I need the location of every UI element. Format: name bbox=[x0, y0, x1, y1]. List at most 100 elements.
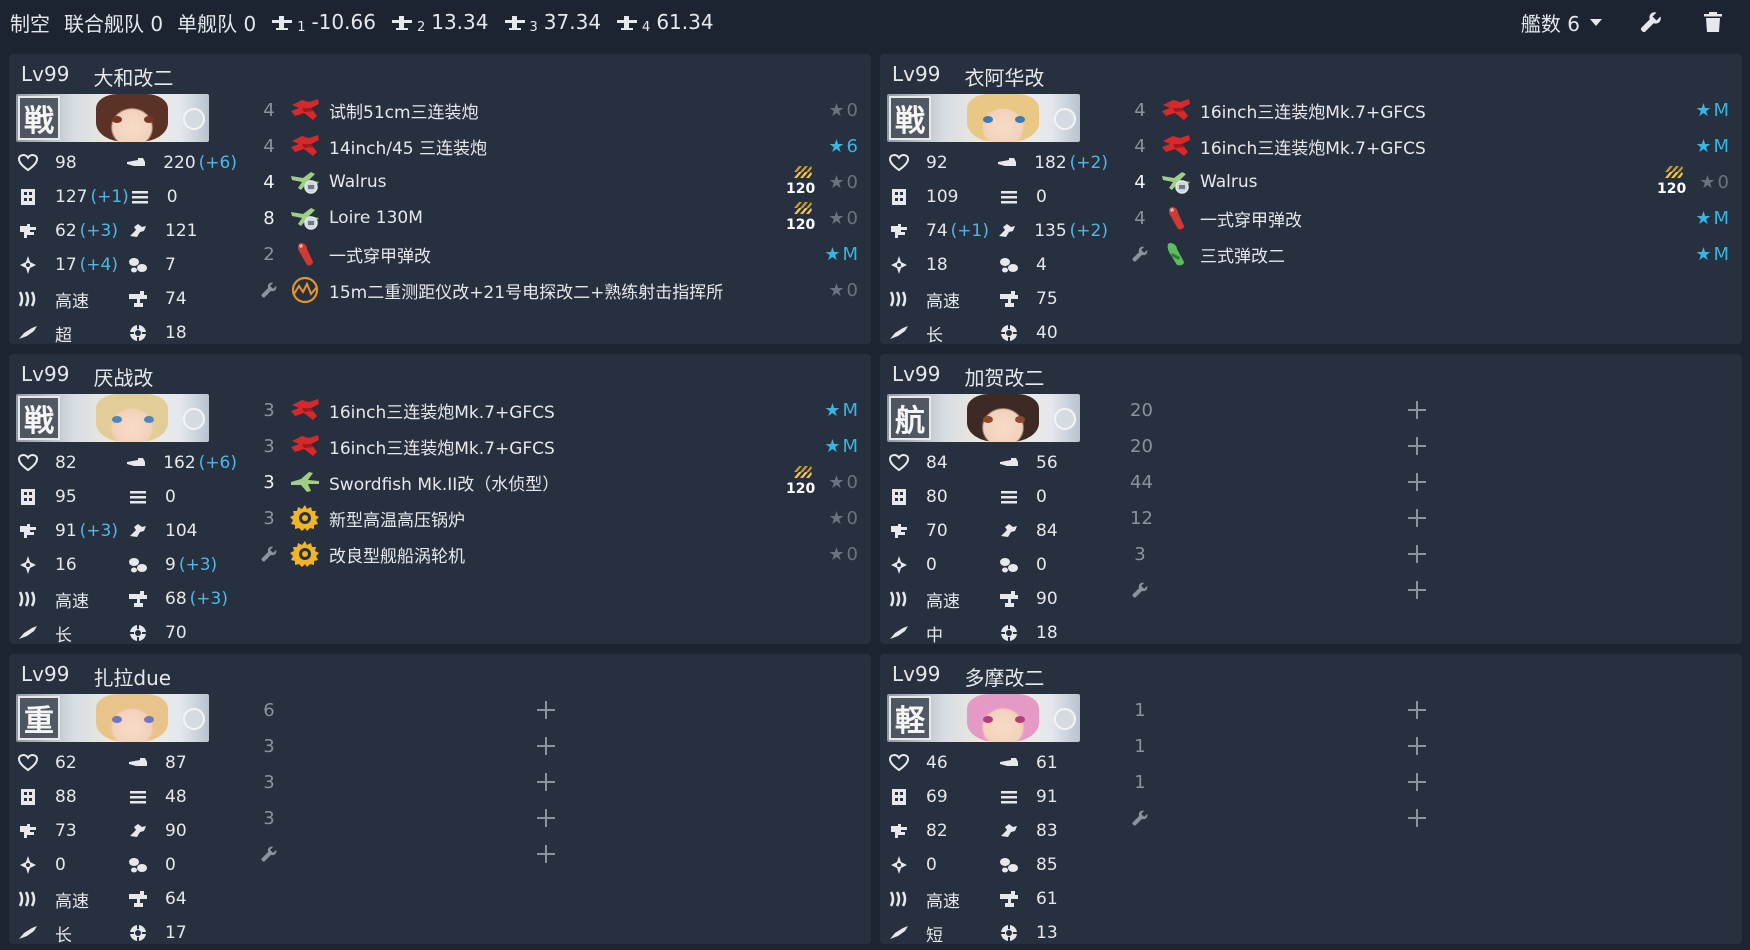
gun-red-icon bbox=[287, 131, 323, 161]
equipment-slot[interactable]: 2 一式穿甲弹改 ★ M bbox=[259, 236, 864, 272]
equipment-slot[interactable]: 4 16inch三连装炮Mk.7+GFCS ★ M bbox=[1130, 128, 1735, 164]
stat-cell: 13 bbox=[998, 923, 1108, 943]
equipment-slot[interactable]: 8 Loire 130M 120 ★ 0 bbox=[259, 200, 864, 236]
equipment-slot[interactable]: 3 16inch三连装炮Mk.7+GFCS ★ M bbox=[259, 392, 864, 428]
proficiency-value: 120 bbox=[1657, 181, 1687, 197]
equipment-slot[interactable]: 4 Walrus 120 ★ 0 bbox=[1130, 164, 1735, 200]
asw-icon bbox=[17, 555, 39, 575]
empty-equipment-slot[interactable]: 20 bbox=[1130, 392, 1735, 428]
stat-row: 长 17 bbox=[17, 916, 237, 950]
asw-icon bbox=[17, 255, 39, 275]
ship-count-dropdown[interactable]: 艦数 6 bbox=[1521, 8, 1602, 37]
add-equipment-plus-icon[interactable] bbox=[1405, 578, 1429, 602]
star-icon: ★ bbox=[828, 99, 845, 121]
add-equipment-plus-icon[interactable] bbox=[1405, 398, 1429, 422]
ship-type-badge: 航 bbox=[889, 396, 931, 440]
ship-header[interactable]: Lv99 扎拉due bbox=[21, 662, 171, 691]
add-equipment-plus-icon[interactable] bbox=[1405, 734, 1429, 758]
range-icon bbox=[17, 623, 39, 643]
add-equipment-plus-icon[interactable] bbox=[534, 770, 558, 794]
empty-equipment-slot[interactable]: 44 bbox=[1130, 464, 1735, 500]
equipment-slot[interactable]: 4 16inch三连装炮Mk.7+GFCS ★ M bbox=[1130, 92, 1735, 128]
empty-equipment-slot[interactable]: 20 bbox=[1130, 428, 1735, 464]
stat-cell: 88 bbox=[17, 787, 127, 807]
improvement-level: ★ M bbox=[1695, 244, 1729, 265]
stat-value: 90 bbox=[1036, 589, 1058, 609]
ship-banner[interactable]: 航 bbox=[887, 394, 1080, 442]
add-equipment-plus-icon[interactable] bbox=[534, 698, 558, 722]
ship-stats: 92 182 (+2) 109 0 74 (+1) 135 (+2) 18 4 高速 75 长 40 bbox=[888, 146, 1108, 350]
empty-equipment-slot[interactable] bbox=[1130, 572, 1735, 608]
add-equipment-plus-icon[interactable] bbox=[1405, 470, 1429, 494]
empty-equipment-slot[interactable] bbox=[259, 836, 864, 872]
ship-header[interactable]: Lv99 大和改二 bbox=[21, 62, 173, 91]
stat-value: 0 bbox=[166, 187, 178, 207]
ship-banner[interactable]: 戦 bbox=[16, 394, 209, 442]
ship-header[interactable]: Lv99 厌战改 bbox=[21, 362, 153, 391]
equipment-slot[interactable]: 改良型舰船涡轮机 ★ 0 bbox=[259, 536, 864, 572]
empty-equipment-slot[interactable]: 6 bbox=[259, 692, 864, 728]
add-equipment-plus-icon[interactable] bbox=[1405, 542, 1429, 566]
empty-equipment-slot[interactable]: 1 bbox=[1130, 692, 1735, 728]
firepower-icon bbox=[125, 453, 147, 473]
equipment-slot[interactable]: 4 Walrus 120 ★ 0 bbox=[259, 164, 864, 200]
add-equipment-plus-icon[interactable] bbox=[534, 842, 558, 866]
reinforcement-slot-wrench-icon bbox=[259, 281, 279, 299]
equipment-slot[interactable]: 4 试制51cm三连装炮 ★ 0 bbox=[259, 92, 864, 128]
ship-banner[interactable]: 重 bbox=[16, 694, 209, 742]
stat-cell: 48 bbox=[127, 787, 237, 807]
gun-red-icon bbox=[287, 431, 323, 461]
stat-value: 83 bbox=[1036, 821, 1058, 841]
empty-equipment-slot[interactable]: 1 bbox=[1130, 728, 1735, 764]
ship-banner[interactable]: 戦 bbox=[16, 94, 209, 142]
equipment-slot[interactable]: 4 一式穿甲弹改 ★ M bbox=[1130, 200, 1735, 236]
add-equipment-plus-icon[interactable] bbox=[1405, 698, 1429, 722]
empty-equipment-slot[interactable]: 12 bbox=[1130, 500, 1735, 536]
empty-equipment-slot[interactable]: 3 bbox=[259, 728, 864, 764]
slot-size: 4 bbox=[1134, 99, 1146, 121]
stat-value: 70 bbox=[165, 623, 187, 643]
fight-value: -10.66 bbox=[311, 10, 376, 34]
ship-header[interactable]: Lv99 多摩改二 bbox=[892, 662, 1044, 691]
stat-value: 82 bbox=[926, 821, 948, 841]
star-icon: ★ bbox=[828, 471, 845, 493]
marriage-medal-icon bbox=[183, 108, 205, 130]
slot-size: 4 bbox=[1134, 171, 1146, 193]
stat-value: 高速 bbox=[55, 591, 89, 612]
add-equipment-plus-icon[interactable] bbox=[1405, 770, 1429, 794]
equipment-slot[interactable]: 3 Swordfish Mk.II改（水侦型） 120 ★ 0 bbox=[259, 464, 864, 500]
empty-equipment-slot[interactable]: 1 bbox=[1130, 764, 1735, 800]
stat-cell: 70 bbox=[888, 521, 998, 541]
speed-icon bbox=[17, 589, 39, 609]
stat-row: 127 (+1) 0 bbox=[17, 180, 237, 214]
equipment-slot[interactable]: 三式弹改二 ★ M bbox=[1130, 236, 1735, 272]
equipment-slot[interactable]: 4 14inch/45 三连装炮 ★ 6 bbox=[259, 128, 864, 164]
stat-cell: 0 bbox=[998, 187, 1108, 207]
stat-cell: 18 bbox=[888, 255, 998, 275]
ship-banner[interactable]: 軽 bbox=[887, 694, 1080, 742]
stat-value: 182 bbox=[1034, 153, 1067, 173]
equipment-list: 6 3 3 3 bbox=[259, 692, 864, 872]
wrench-icon[interactable] bbox=[1638, 9, 1664, 35]
ship-banner[interactable]: 戦 bbox=[887, 94, 1080, 142]
empty-equipment-slot[interactable] bbox=[1130, 800, 1735, 836]
trash-icon[interactable] bbox=[1700, 9, 1726, 35]
star-icon: ★ bbox=[828, 135, 845, 157]
equipment-slot[interactable]: 15m二重测距仪改+21号电探改二+熟练射击指挥所 ★ 0 bbox=[259, 272, 864, 308]
range-icon bbox=[888, 623, 910, 643]
stat-value: 16 bbox=[55, 555, 77, 575]
equipment-slot[interactable]: 3 新型高温高压锅炉 ★ 0 bbox=[259, 500, 864, 536]
add-equipment-plus-icon[interactable] bbox=[534, 734, 558, 758]
add-equipment-plus-icon[interactable] bbox=[1405, 506, 1429, 530]
proficiency-value: 120 bbox=[786, 481, 816, 497]
empty-equipment-slot[interactable]: 3 bbox=[259, 764, 864, 800]
empty-equipment-slot[interactable]: 3 bbox=[259, 800, 864, 836]
add-equipment-plus-icon[interactable] bbox=[534, 806, 558, 830]
equipment-slot[interactable]: 3 16inch三连装炮Mk.7+GFCS ★ M bbox=[259, 428, 864, 464]
add-equipment-plus-icon[interactable] bbox=[1405, 806, 1429, 830]
ship-header[interactable]: Lv99 加贺改二 bbox=[892, 362, 1044, 391]
improvement-value: 0 bbox=[1717, 171, 1729, 193]
ship-header[interactable]: Lv99 衣阿华改 bbox=[892, 62, 1044, 91]
add-equipment-plus-icon[interactable] bbox=[1405, 434, 1429, 458]
empty-equipment-slot[interactable]: 3 bbox=[1130, 536, 1735, 572]
